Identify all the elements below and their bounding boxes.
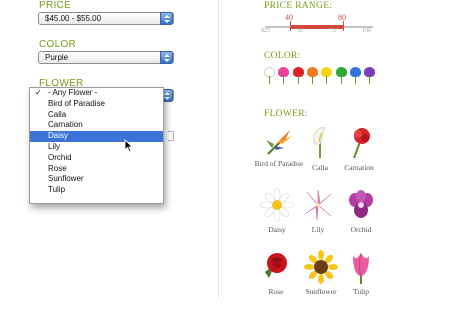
- menu-item[interactable]: Carnation: [30, 120, 163, 131]
- menu-item[interactable]: Orchid: [30, 153, 163, 164]
- tulip-icon: [344, 250, 378, 284]
- flower-tile-carnation[interactable]: Carnation: [334, 124, 384, 173]
- flower-name: Tulip: [353, 287, 369, 296]
- flower-name: Carnation: [344, 163, 374, 172]
- color-swatch[interactable]: [364, 67, 376, 84]
- flower-tile-tulip[interactable]: Tulip: [336, 250, 386, 297]
- menu-item[interactable]: Rose: [30, 164, 163, 175]
- panel-divider: [218, 0, 219, 298]
- price-select[interactable]: $45.00 - $55.00: [38, 12, 174, 25]
- color-swatch[interactable]: [306, 67, 318, 84]
- flower-heading: FLOWER:: [264, 109, 308, 119]
- menu-item[interactable]: Lily: [30, 142, 163, 153]
- hidden-control-edge: [168, 131, 174, 141]
- color-swatch[interactable]: [264, 67, 275, 84]
- color-select[interactable]: Purple: [38, 51, 174, 64]
- stem-icon: [311, 76, 313, 84]
- flower-dropdown-menu[interactable]: ✓ - Any Flower - Bird of Paradise Calla C…: [29, 87, 164, 204]
- menu-item-selected[interactable]: Daisy: [30, 131, 163, 142]
- mouse-pointer-icon: [124, 139, 134, 153]
- stem-icon: [340, 76, 342, 84]
- price-tick: 50: [297, 28, 303, 34]
- price-label: PRICE: [39, 0, 72, 11]
- color-heading: COLOR:: [264, 51, 301, 61]
- color-swatch[interactable]: [321, 67, 333, 84]
- menu-item[interactable]: Calla: [30, 110, 163, 121]
- carnation-icon: [342, 124, 376, 159]
- price-range-label: PRICE RANGE:: [264, 1, 333, 11]
- menu-item[interactable]: Tulip: [30, 185, 163, 196]
- calla-icon: [303, 124, 337, 158]
- price-tick: 75: [330, 28, 336, 34]
- select-arrows-icon: [160, 12, 173, 25]
- price-high-handle[interactable]: [343, 21, 344, 31]
- color-swatch[interactable]: [335, 67, 347, 84]
- color-swatch[interactable]: [278, 67, 290, 84]
- stem-icon: [369, 76, 371, 84]
- color-select-value: Purple: [45, 53, 69, 62]
- flower-tile-orchid[interactable]: Orchid: [336, 188, 386, 235]
- flower-tile-rose[interactable]: Rose: [251, 250, 301, 297]
- menu-item[interactable]: ✓ - Any Flower -: [30, 88, 163, 99]
- color-swatch[interactable]: [292, 67, 304, 84]
- price-high-value: 80: [338, 13, 346, 22]
- price-tick: $25: [261, 28, 270, 34]
- rose-icon: [259, 250, 293, 284]
- menu-item[interactable]: Bird of Paradise: [30, 99, 163, 110]
- price-select-value: $45.00 - $55.00: [45, 14, 102, 23]
- lily-icon: [301, 188, 335, 222]
- price-tick: 100: [362, 28, 371, 34]
- orchid-icon: [344, 188, 378, 222]
- stem-icon: [354, 76, 356, 84]
- checkmark-icon: ✓: [35, 88, 42, 97]
- price-low-value: 40: [285, 13, 293, 22]
- sunflower-icon: [304, 250, 338, 284]
- stem-icon: [297, 76, 299, 84]
- bird-of-paradise-icon: [262, 124, 296, 158]
- daisy-icon: [259, 187, 295, 223]
- flower-name: Orchid: [350, 225, 372, 234]
- stem-icon: [269, 76, 270, 84]
- color-swatch[interactable]: [349, 67, 361, 84]
- color-label: COLOR: [39, 39, 77, 50]
- stem-icon: [283, 76, 285, 84]
- select-arrows-icon: [160, 51, 173, 64]
- flower-name: Rose: [268, 287, 284, 296]
- price-low-handle[interactable]: [290, 21, 291, 31]
- stem-icon: [326, 76, 328, 84]
- menu-item[interactable]: Sunflower: [30, 174, 163, 185]
